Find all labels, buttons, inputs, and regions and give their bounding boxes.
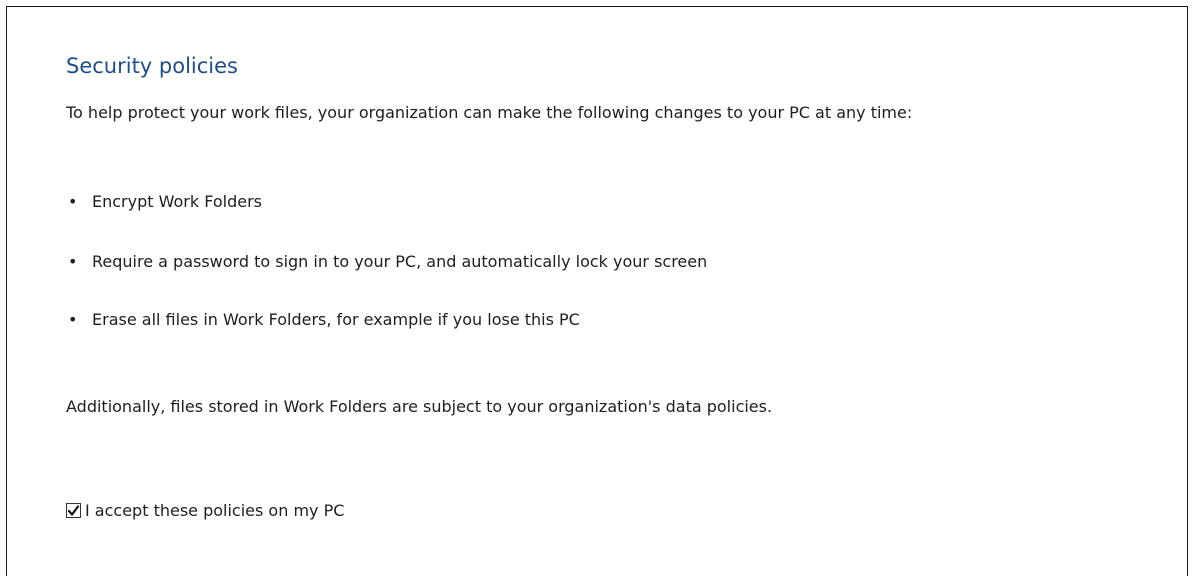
accept-policies-checkbox-row[interactable]: I accept these policies on my PC (66, 501, 344, 520)
accept-policies-label[interactable]: I accept these policies on my PC (85, 501, 344, 520)
checkmark-icon (67, 505, 80, 516)
dialog-window: Security policies To help protect your w… (6, 6, 1188, 576)
policy-label: Encrypt Work Folders (92, 192, 262, 211)
bullet-icon: • (68, 252, 78, 271)
policy-label: Erase all files in Work Folders, for exa… (92, 310, 580, 329)
intro-text: To help protect your work files, your or… (66, 103, 913, 122)
page-title: Security policies (66, 54, 238, 78)
policy-label: Require a password to sign in to your PC… (92, 252, 708, 271)
list-item: • Encrypt Work Folders (66, 192, 262, 211)
list-item: • Erase all files in Work Folders, for ex… (66, 310, 580, 329)
accept-policies-checkbox[interactable] (66, 503, 81, 518)
bullet-icon: • (68, 310, 78, 329)
list-item: • Require a password to sign in to your P… (66, 252, 707, 271)
bullet-icon: • (68, 192, 78, 211)
data-policy-note: Additionally, files stored in Work Folde… (66, 397, 773, 416)
